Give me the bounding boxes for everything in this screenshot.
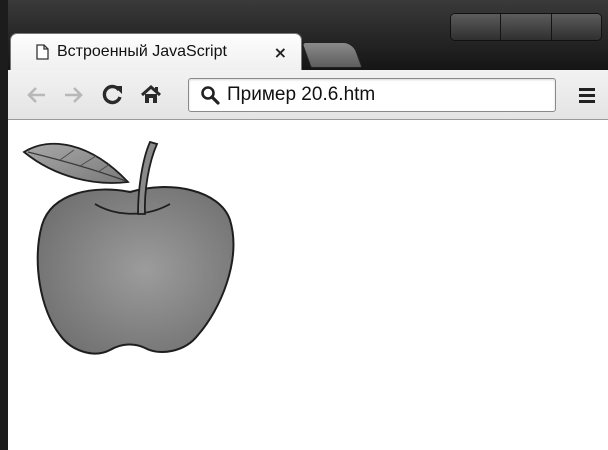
forward-arrow-icon — [65, 87, 83, 103]
new-tab-button[interactable] — [301, 42, 363, 68]
browser-window: Встроенный JavaScript × Пример 20.6.htm — [0, 0, 608, 450]
apple-leaf — [22, 142, 130, 184]
window-left-border — [0, 0, 8, 450]
apple-drawing — [22, 140, 235, 355]
tab-active[interactable]: Встроенный JavaScript × — [10, 33, 302, 70]
browser-toolbar: Пример 20.6.htm — [8, 70, 608, 120]
back-button[interactable] — [22, 80, 52, 110]
forward-button[interactable] — [58, 80, 88, 110]
menu-icon — [579, 88, 595, 103]
menu-button[interactable] — [574, 84, 600, 106]
address-text[interactable]: Пример 20.6.htm — [227, 84, 375, 106]
home-icon — [141, 84, 161, 103]
tab-close-button[interactable]: × — [274, 43, 287, 62]
document-icon — [33, 43, 51, 61]
maximize-button[interactable] — [501, 14, 552, 40]
close-window-button[interactable] — [551, 14, 601, 40]
reload-button[interactable] — [98, 80, 128, 110]
back-arrow-icon — [27, 87, 45, 103]
reload-icon — [102, 84, 122, 105]
address-bar[interactable]: Пример 20.6.htm — [188, 78, 556, 112]
apple-body — [36, 186, 235, 355]
window-controls — [450, 13, 602, 41]
page-content — [8, 120, 608, 450]
search-icon — [199, 84, 221, 106]
minimize-button[interactable] — [451, 14, 502, 40]
home-button[interactable] — [136, 80, 166, 110]
tab-title: Встроенный JavaScript — [57, 43, 227, 60]
